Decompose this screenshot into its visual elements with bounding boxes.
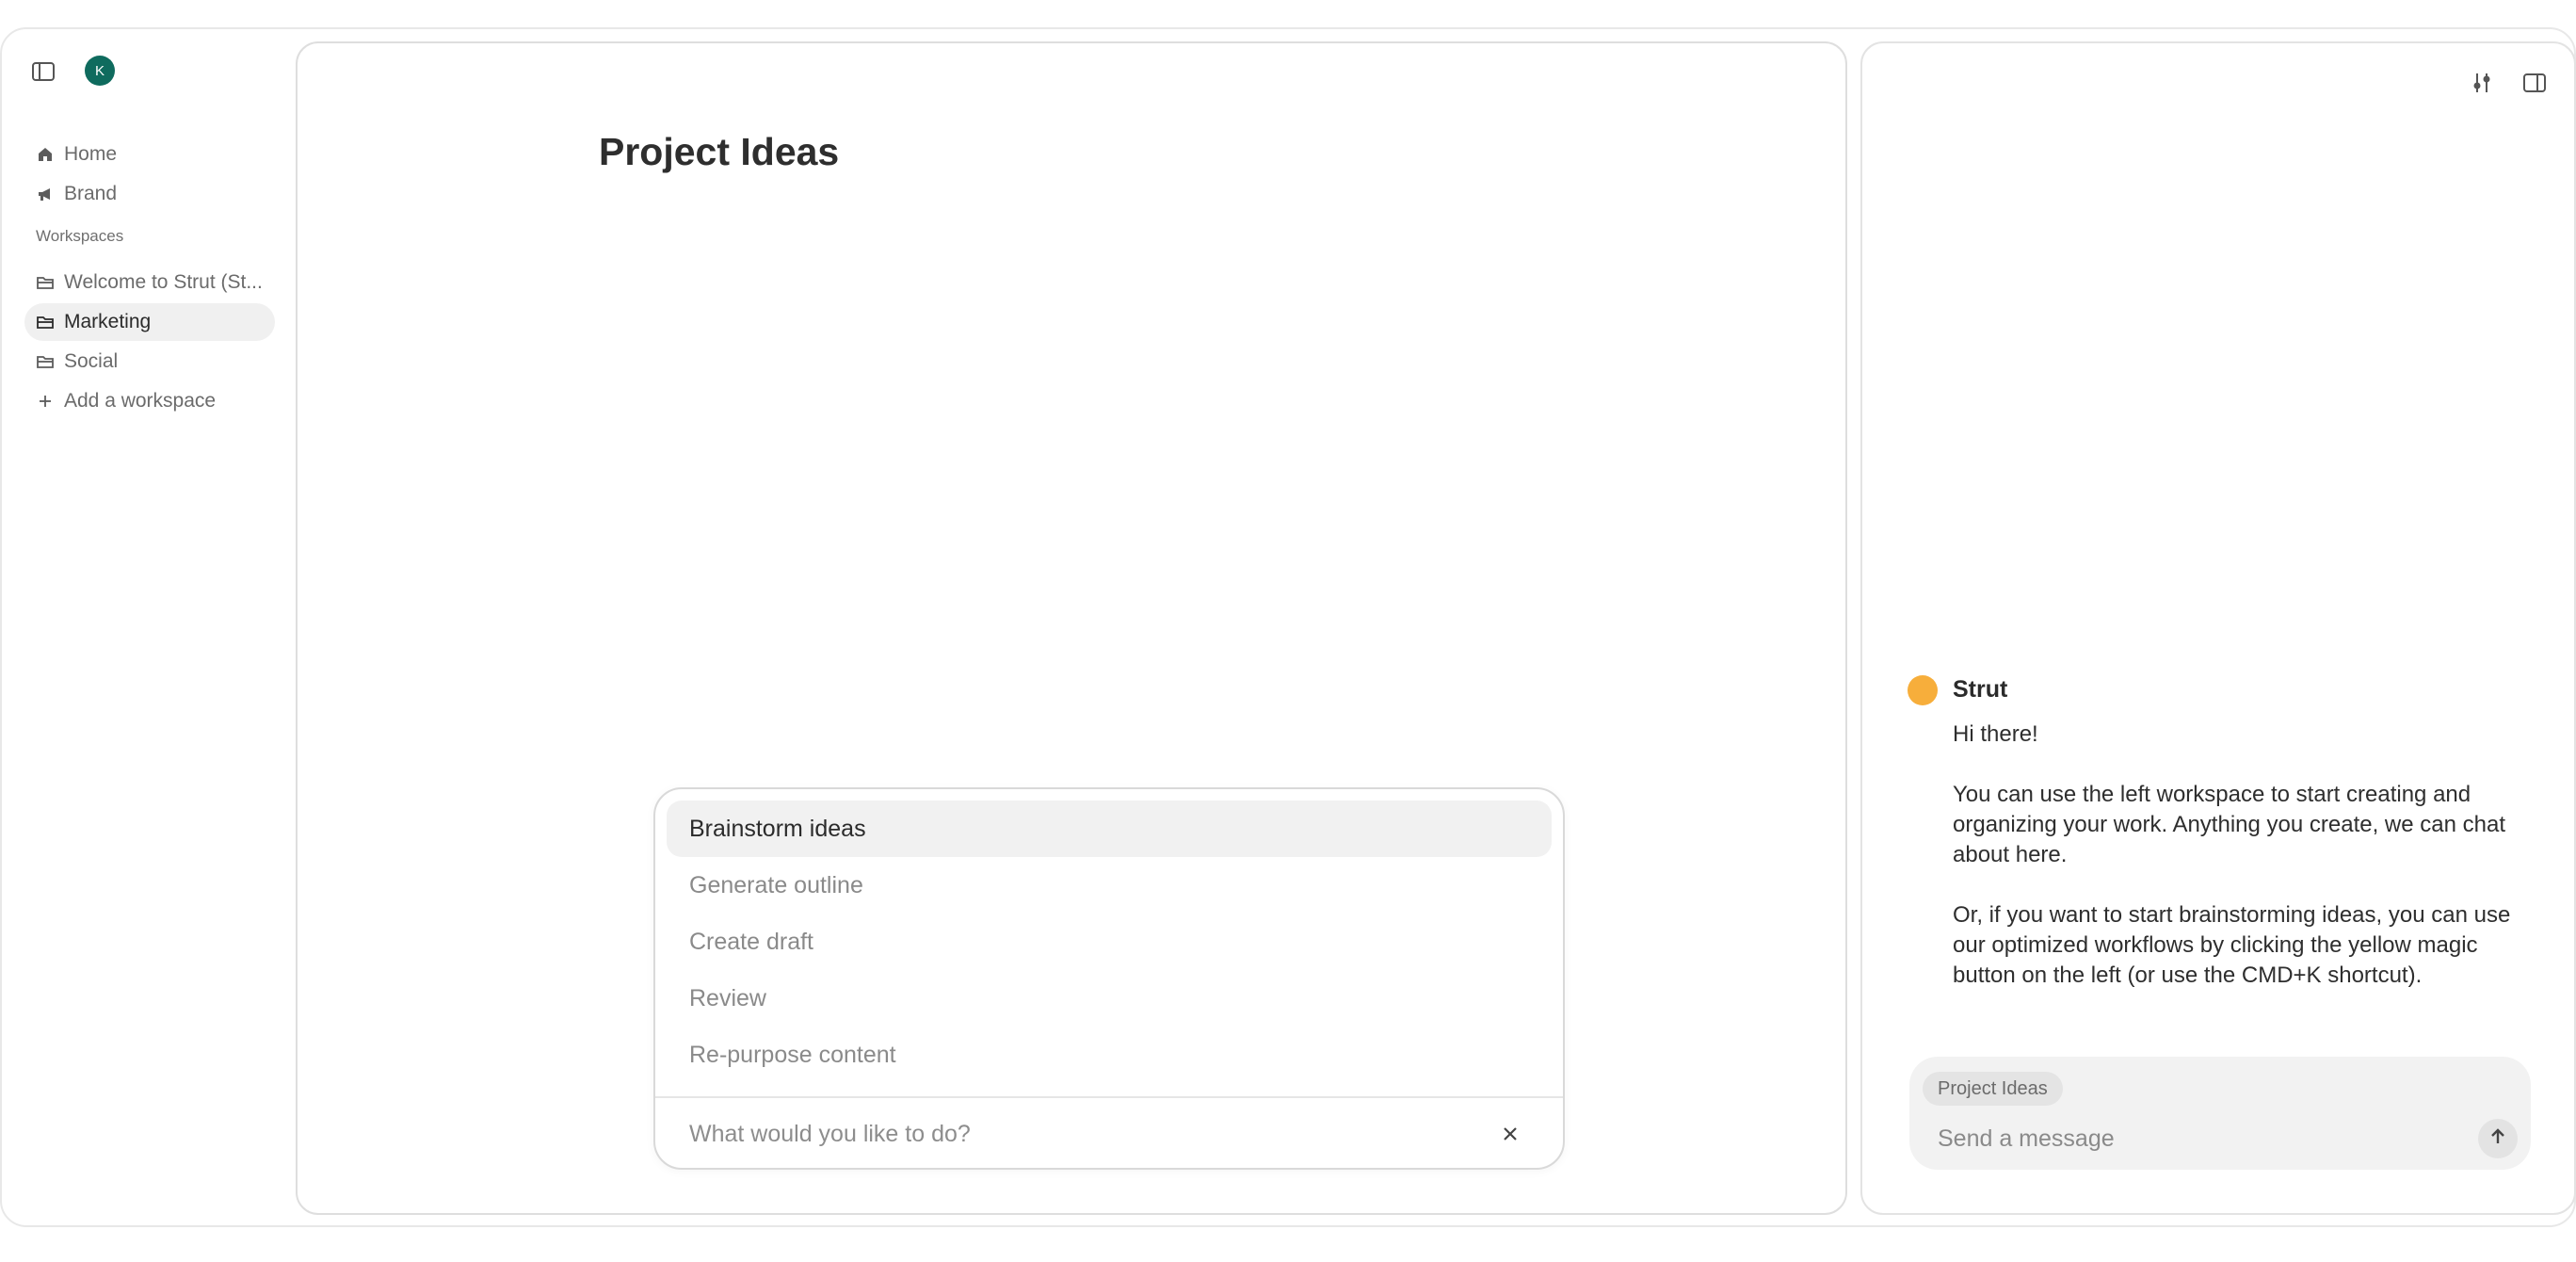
chat-panel: Strut Hi there! You can use the left wor… — [1860, 41, 2576, 1215]
avatar[interactable]: K — [85, 56, 115, 86]
folder-icon — [36, 352, 55, 371]
bot-avatar — [1908, 675, 1938, 705]
sidebar-item-label: Brand — [64, 183, 118, 204]
palette-divider — [655, 1096, 1563, 1098]
close-icon[interactable] — [1499, 1123, 1521, 1145]
sidebar-item-welcome[interactable]: Welcome to Strut (St... — [24, 264, 275, 301]
sidebar-item-label: Marketing — [64, 311, 152, 332]
sidebar: K Home Brand Workspaces Welcome to Strut… — [2, 29, 294, 1225]
message-paragraph: You can use the left workspace to start … — [1953, 782, 2505, 867]
palette-item-repurpose[interactable]: Re-purpose content — [667, 1027, 1552, 1083]
editor-panel[interactable]: Project Ideas Brainstorm ideas Generate … — [296, 41, 1847, 1215]
sidebar-item-label: Welcome to Strut (St... — [64, 271, 263, 293]
message-paragraph: Hi there! — [1953, 721, 2038, 747]
palette-item-outline[interactable]: Generate outline — [667, 857, 1552, 914]
message-input[interactable] — [1938, 1121, 2465, 1157]
home-icon — [36, 145, 55, 164]
folder-icon — [36, 273, 55, 292]
folder-icon — [36, 313, 55, 332]
bot-message: Hi there! You can use the left workspace… — [1953, 720, 2536, 1021]
send-button[interactable] — [2478, 1119, 2518, 1158]
palette-input[interactable] — [689, 1115, 1461, 1153]
bot-name: Strut — [1953, 676, 2008, 703]
settings-sliders-icon[interactable] — [2467, 68, 2497, 98]
context-chip[interactable]: Project Ideas — [1923, 1072, 2063, 1106]
add-workspace-button[interactable]: Add a workspace — [24, 382, 275, 420]
sidebar-item-label: Social — [64, 350, 119, 372]
add-workspace-label: Add a workspace — [64, 390, 217, 412]
message-paragraph: Or, if you want to start brainstorming i… — [1953, 902, 2511, 988]
message-composer: Project Ideas — [1909, 1057, 2531, 1170]
palette-item-draft[interactable]: Create draft — [667, 914, 1552, 970]
app-window: K Home Brand Workspaces Welcome to Strut… — [0, 27, 2576, 1227]
sidebar-item-home[interactable]: Home — [24, 136, 275, 173]
workspaces-heading: Workspaces — [36, 227, 124, 245]
page-title[interactable]: Project Ideas — [599, 130, 839, 174]
sidebar-toggle-icon[interactable] — [30, 58, 56, 85]
palette-item-review[interactable]: Review — [667, 970, 1552, 1027]
sidebar-item-social[interactable]: Social — [24, 343, 275, 380]
sidebar-item-marketing[interactable]: Marketing — [24, 303, 275, 341]
panel-toggle-icon[interactable] — [2520, 68, 2550, 98]
palette-item-brainstorm[interactable]: Brainstorm ideas — [667, 801, 1552, 857]
arrow-up-icon — [2487, 1126, 2508, 1152]
command-palette: Brainstorm ideas Generate outline Create… — [653, 787, 1565, 1170]
sidebar-item-label: Home — [64, 143, 118, 165]
sidebar-item-brand[interactable]: Brand — [24, 175, 275, 213]
plus-icon — [36, 392, 55, 411]
megaphone-icon — [36, 185, 55, 203]
